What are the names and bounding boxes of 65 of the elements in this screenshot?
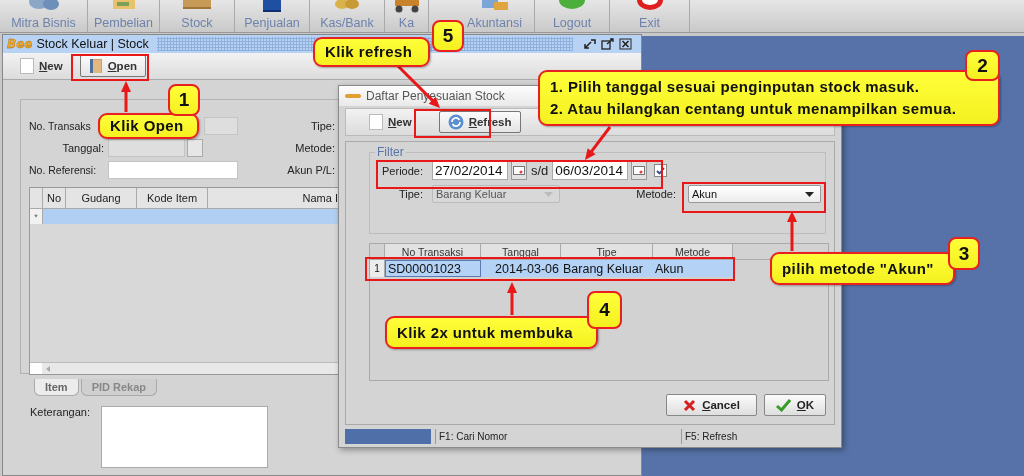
calendar-icon [633, 166, 646, 175]
callout-text: 2. Atau hilangkan centang untuk menampilkan semua. [550, 99, 958, 119]
calendar-icon [513, 166, 525, 175]
step-badge: 2 [965, 50, 1000, 81]
step-badge: 1 [168, 84, 200, 116]
group-title: Filter [375, 145, 406, 159]
scrollbar[interactable] [30, 362, 338, 374]
form-label: Keterangan: [30, 406, 90, 420]
input-field[interactable] [108, 161, 238, 179]
table-cell: SD00001023 [385, 260, 481, 277]
form-label: Tipe: [309, 120, 335, 132]
callout-text: Klik 2x untuk membuka [397, 322, 574, 343]
maximize-icon[interactable] [601, 38, 615, 50]
form-label: Metode: [294, 142, 335, 154]
caret-icon [544, 191, 553, 197]
form-label: Akun P/L: [286, 164, 335, 176]
input-field[interactable] [204, 117, 238, 135]
callout-text: Klik refresh [325, 42, 414, 62]
row-marker: * [30, 209, 43, 224]
refresh-icon [447, 114, 464, 130]
column-header[interactable]: No [43, 188, 66, 208]
step-badge: 5 [432, 20, 464, 52]
callout-text: 1. Pilih tanggal sesuai penginputan stock masuk. [550, 77, 921, 97]
table-row[interactable]: 1 SD00001023 2014-03-06 Barang Keluar Akun [370, 260, 733, 277]
ok-button[interactable]: OK [764, 394, 826, 416]
form-label: Periode: [381, 164, 423, 177]
range-separator: s/d [531, 163, 549, 178]
status-text: F1: Cari Nomor [435, 429, 677, 444]
text-area[interactable] [100, 406, 268, 468]
caret-icon [805, 191, 814, 197]
dropdown[interactable]: Akun [688, 185, 821, 203]
blank-page-icon [20, 58, 34, 74]
form-label: Tanggal: [61, 142, 104, 154]
table-cell: Barang Keluar [561, 260, 653, 277]
form-label: No. Transaks [29, 120, 92, 132]
calendar-button[interactable] [187, 139, 203, 157]
column-header[interactable]: Kode Item [137, 188, 208, 208]
new-button[interactable]: New [360, 111, 421, 133]
callout-text: Klik Open [110, 116, 185, 136]
form-label: Metode: [636, 188, 676, 200]
status-text: F5: Refresh [681, 429, 835, 444]
form-label: No. Referensi: [29, 164, 98, 176]
cancel-button[interactable]: Cancel [666, 394, 757, 416]
step-badge: 4 [587, 291, 622, 329]
logo-icon [345, 92, 361, 100]
restore-icon[interactable] [583, 38, 597, 50]
column-header[interactable]: Nama I [208, 188, 338, 208]
date-field[interactable] [108, 139, 185, 157]
step-badge: 3 [948, 237, 980, 270]
window-title: Stock Keluar | Stock [36, 37, 149, 51]
logo: Bee [7, 37, 33, 51]
tab[interactable]: Item [34, 379, 79, 396]
column-header[interactable]: Gudang [66, 188, 137, 208]
row-number: 1 [370, 260, 385, 277]
table-cell: 2014-03-06 [481, 260, 561, 277]
callout-text: pilih metode "Akun" [782, 258, 935, 279]
checkmark-icon [775, 398, 791, 412]
table-cell: Akun [653, 260, 733, 277]
close-icon [683, 398, 697, 412]
close-icon[interactable] [619, 38, 633, 50]
blank-page-icon [369, 114, 383, 130]
form-label: Tipe: [397, 188, 423, 200]
open-button[interactable]: Open [79, 55, 147, 77]
new-button[interactable]: New [11, 55, 72, 77]
door-icon [88, 58, 103, 74]
